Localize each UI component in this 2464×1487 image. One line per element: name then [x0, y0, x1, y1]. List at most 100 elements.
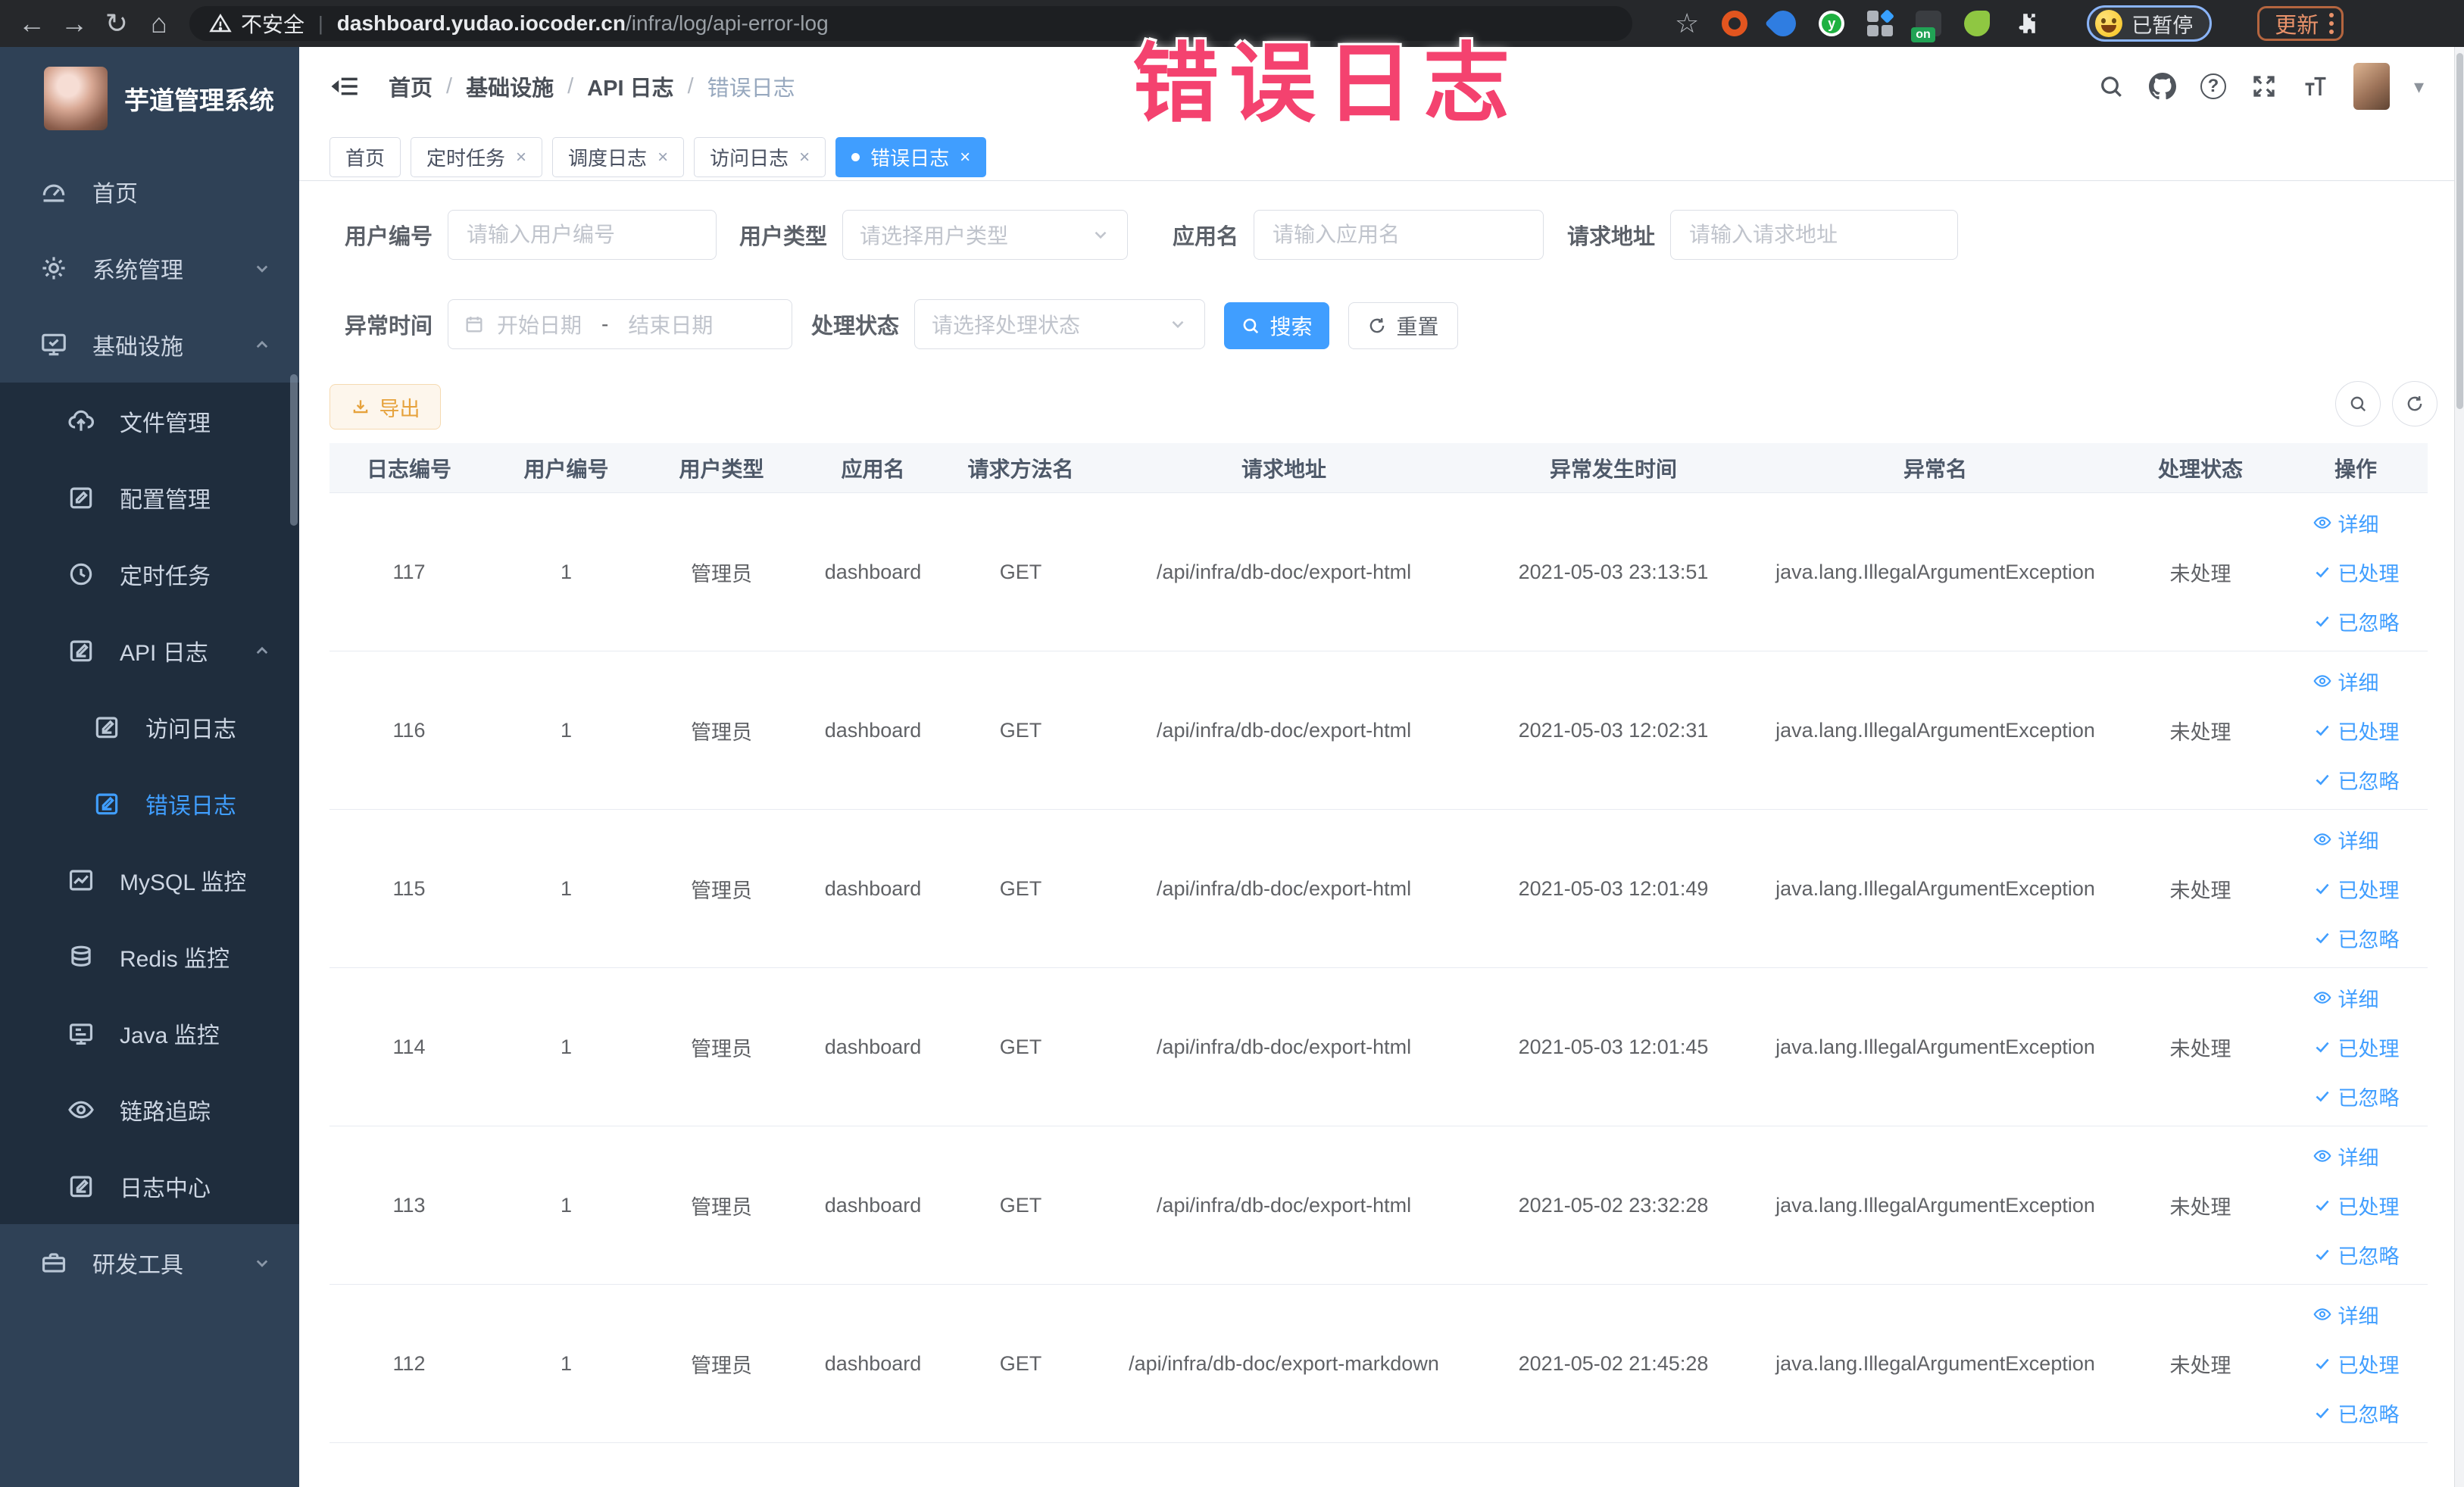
sidebar-item-file[interactable]: 文件管理: [0, 383, 299, 459]
action-详细[interactable]: 详细: [2313, 825, 2400, 854]
help-icon[interactable]: ?: [2200, 73, 2226, 99]
close-icon[interactable]: ×: [657, 148, 668, 167]
app-logo[interactable]: 芋道管理系统: [0, 47, 299, 153]
action-已忽略[interactable]: 已忽略: [2313, 1082, 2400, 1111]
extension-grid-icon[interactable]: [1867, 8, 1895, 36]
sidebar-item-log-center[interactable]: 日志中心: [0, 1148, 299, 1224]
extension-ring-icon[interactable]: [1722, 11, 1748, 36]
sidebar-item-api-log[interactable]: API 日志: [0, 612, 299, 689]
extension-y-icon[interactable]: y: [1819, 11, 1845, 36]
action-详细[interactable]: 详细: [2313, 667, 2400, 696]
font-size-icon[interactable]: [2302, 73, 2329, 100]
action-已忽略[interactable]: 已忽略: [2313, 923, 2400, 953]
github-icon[interactable]: [2148, 73, 2176, 100]
browser-update-button[interactable]: 更新: [2257, 6, 2344, 41]
fullscreen-icon[interactable]: [2250, 73, 2278, 100]
cell-status: 未处理: [2169, 720, 2231, 744]
tag-view-tab[interactable]: 错误日志 ×: [835, 137, 987, 177]
sidebar-item-access-log[interactable]: 访问日志: [0, 689, 299, 765]
breadcrumb-item: 错误日志: [707, 77, 795, 101]
tag-view-tab[interactable]: 定时任务 ×: [411, 137, 543, 177]
page-annotation: 错误日志: [1132, 36, 1521, 133]
action-已忽略[interactable]: 已忽略: [2313, 1240, 2400, 1270]
action-已处理[interactable]: 已处理: [2313, 874, 2400, 904]
user-type-select[interactable]: 请选择用户类型: [842, 210, 1128, 260]
tag-view-tab[interactable]: 首页: [329, 137, 401, 177]
extensions-puzzle-icon[interactable]: [2013, 11, 2038, 36]
collapse-sidebar-button[interactable]: [329, 70, 361, 102]
action-详细[interactable]: 详细: [2313, 1142, 2400, 1171]
reset-button[interactable]: 重置: [1348, 302, 1458, 349]
user-menu-caret-icon[interactable]: ▾: [2414, 75, 2424, 98]
app-title: 芋道管理系统: [124, 86, 274, 114]
reload-icon[interactable]: ↻: [95, 8, 138, 39]
date-range-picker[interactable]: 开始日期 - 结束日期: [448, 299, 792, 349]
action-已忽略[interactable]: 已忽略: [2313, 1398, 2400, 1428]
breadcrumb-item[interactable]: API 日志: [587, 70, 673, 102]
sidebar-item-redis[interactable]: Redis 监控: [0, 918, 299, 995]
user-id-input[interactable]: [448, 210, 717, 260]
action-详细[interactable]: 详细: [2313, 508, 2400, 538]
tag-view-tab[interactable]: 访问日志 ×: [694, 137, 826, 177]
sidebar-item-trace[interactable]: 链路追踪: [0, 1071, 299, 1148]
user-avatar[interactable]: [2353, 63, 2390, 110]
sidebar-item-label: 首页: [92, 181, 138, 207]
extension-drop-icon[interactable]: [1765, 5, 1802, 42]
sidebar-item-system[interactable]: 系统管理: [0, 230, 299, 306]
back-icon[interactable]: ←: [11, 8, 53, 39]
sidebar-item-error-log[interactable]: 错误日志: [0, 765, 299, 842]
sidebar-item-java[interactable]: Java 监控: [0, 995, 299, 1071]
cell-user-type: 管理员: [691, 1195, 752, 1219]
search-button[interactable]: 搜索: [1224, 302, 1329, 349]
action-已处理[interactable]: 已处理: [2313, 1032, 2400, 1062]
column-header: 请求方法名: [967, 457, 1074, 481]
cell-exception-name: java.lang.IllegalArgumentException: [1775, 1351, 2095, 1375]
close-icon[interactable]: ×: [960, 148, 970, 167]
export-button[interactable]: 导出: [329, 384, 441, 430]
action-详细[interactable]: 详细: [2313, 1300, 2400, 1329]
action-已处理[interactable]: 已处理: [2313, 1191, 2400, 1220]
extension-switch-icon[interactable]: on: [1911, 11, 1942, 42]
close-icon[interactable]: ×: [516, 148, 526, 167]
cell-exception-time: 2021-05-03 12:01:45: [1518, 1035, 1709, 1058]
extension-leaf-icon[interactable]: [1964, 11, 1991, 36]
browser-profile-chip[interactable]: 已暂停: [2087, 5, 2213, 42]
app-name-input[interactable]: [1254, 210, 1544, 260]
sidebar-item-infra[interactable]: 基础设施: [0, 306, 299, 383]
action-已忽略[interactable]: 已忽略: [2313, 765, 2400, 795]
header-search-icon[interactable]: [2097, 73, 2125, 100]
column-header: 应用名: [841, 457, 905, 481]
request-url-label: 请求地址: [1566, 225, 1655, 249]
process-status-select[interactable]: 请选择处理状态: [914, 299, 1205, 349]
sidebar-item-mysql[interactable]: MySQL 监控: [0, 842, 299, 918]
action-已处理[interactable]: 已处理: [2313, 1349, 2400, 1379]
bookmark-star-icon[interactable]: ☆: [1675, 8, 1699, 39]
chevron-down-icon: [251, 1251, 273, 1274]
page-scrollbar[interactable]: [2454, 47, 2464, 1487]
app-name-label: 应用名: [1172, 225, 1238, 249]
browser-menu-icon[interactable]: [2329, 13, 2334, 34]
main-content: 首页 / 基础设施 / API 日志 / 错误日志 ? ▾ 首页 定时任务 × 调度日志 × 访问日志…: [299, 47, 2454, 1487]
action-已处理[interactable]: 已处理: [2313, 558, 2400, 587]
cell-exception-time: 2021-05-03 12:02:31: [1518, 718, 1709, 742]
monitor-icon: [39, 330, 68, 359]
sidebar-item-job[interactable]: 定时任务: [0, 536, 299, 612]
sidebar-item-config[interactable]: 配置管理: [0, 459, 299, 536]
forward-icon[interactable]: →: [53, 8, 95, 39]
action-已处理[interactable]: 已处理: [2313, 716, 2400, 745]
request-url-input[interactable]: [1670, 210, 1958, 260]
cell-app-name: dashboard: [824, 1193, 922, 1217]
sidebar-scrollbar[interactable]: [290, 374, 298, 526]
table-search-toggle-button[interactable]: [2335, 381, 2381, 426]
scrollbar-thumb[interactable]: [2456, 53, 2463, 409]
action-详细[interactable]: 详细: [2313, 983, 2400, 1013]
breadcrumb-item[interactable]: 基础设施: [466, 70, 554, 102]
table-refresh-button[interactable]: [2392, 381, 2437, 426]
close-icon[interactable]: ×: [799, 148, 810, 167]
tag-view-tab[interactable]: 调度日志 ×: [552, 137, 685, 177]
sidebar-item-devtools[interactable]: 研发工具: [0, 1224, 299, 1301]
action-已忽略[interactable]: 已忽略: [2313, 607, 2400, 636]
home-icon[interactable]: ⌂: [138, 8, 180, 39]
breadcrumb-item[interactable]: 首页: [389, 70, 433, 102]
sidebar-item-home[interactable]: 首页: [0, 153, 299, 230]
